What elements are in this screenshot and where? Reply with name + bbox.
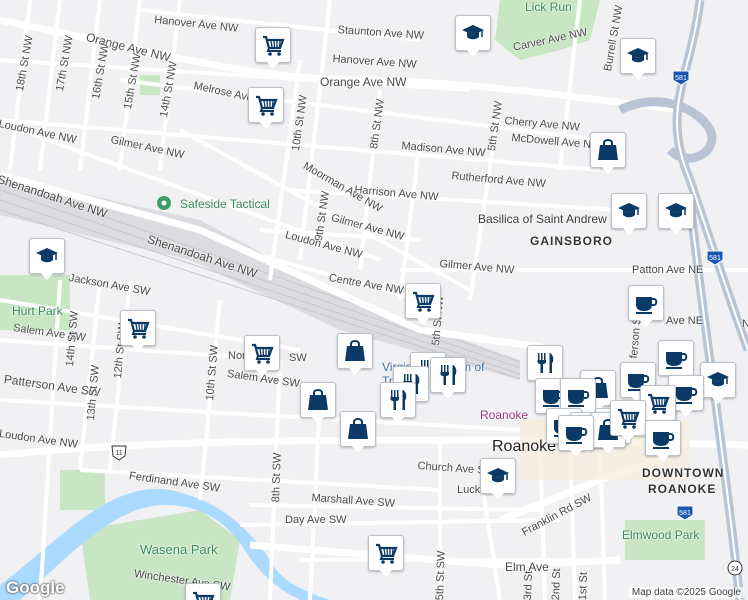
- poi-label-roanoke[interactable]: Roanoke: [480, 408, 528, 422]
- place-marker-cup[interactable]: [558, 415, 594, 459]
- street-label: 2nd St: [550, 568, 564, 600]
- place-marker-bag[interactable]: [300, 382, 336, 426]
- district-label-gainsboro: GAINSBORO: [530, 234, 614, 248]
- street-label: SW: [289, 352, 307, 364]
- shield-number: 581: [679, 510, 691, 517]
- street-label: N: [742, 318, 748, 330]
- poi-safeside-tactical[interactable]: Safeside Tactical: [156, 195, 270, 216]
- place-marker-cart[interactable]: [185, 583, 221, 600]
- highway-shield: 581: [706, 250, 724, 266]
- cart-icon: [376, 543, 398, 564]
- place-marker-cart[interactable]: [405, 283, 441, 327]
- district-label-roanoke: ROANOKE: [648, 482, 717, 496]
- poi-label: Safeside Tactical: [180, 197, 270, 211]
- highway-shield: 24: [726, 560, 744, 576]
- food-icon: [440, 365, 457, 385]
- street-label: Day Ave SW: [285, 514, 347, 526]
- place-marker-food[interactable]: [380, 382, 416, 426]
- street-label: Luck: [457, 484, 481, 496]
- park-label-elmwood: Elmwood Park: [622, 528, 700, 542]
- bag-icon: [345, 340, 365, 361]
- district-label-downtown: DOWNTOWN: [642, 466, 725, 480]
- highway-shield: 11: [110, 445, 128, 461]
- street-label: 3rd St: [522, 570, 536, 600]
- street-label: 8th St SW: [270, 452, 284, 503]
- place-marker-cap[interactable]: [480, 458, 516, 502]
- place-marker-cap[interactable]: [620, 38, 656, 82]
- place-marker-cart[interactable]: [368, 535, 404, 579]
- cap-icon: [618, 203, 640, 218]
- google-logo: Google: [6, 578, 65, 597]
- poi-label-basilica[interactable]: Basilica of Saint Andrew: [478, 212, 607, 226]
- cup-icon: [636, 297, 658, 314]
- cup-icon: [568, 390, 590, 407]
- cart-icon: [618, 408, 640, 429]
- cart-icon: [193, 591, 215, 600]
- map-canvas[interactable]: Hanover Ave NW Staunton Ave NW Hanover A…: [0, 0, 748, 600]
- place-marker-cart[interactable]: [244, 335, 280, 379]
- food-icon: [390, 390, 407, 410]
- cart-icon: [648, 393, 670, 414]
- cup-icon: [566, 427, 588, 444]
- bag-icon: [598, 139, 618, 160]
- shield-number: 11: [115, 450, 122, 457]
- cap-icon: [665, 203, 687, 218]
- cart-icon: [413, 291, 435, 312]
- place-marker-bag[interactable]: [340, 411, 376, 455]
- bag-icon: [348, 418, 368, 439]
- cap-icon: [627, 48, 649, 63]
- poi-pin-icon: [157, 196, 171, 210]
- cart-icon: [128, 318, 150, 339]
- place-marker-cup[interactable]: [628, 285, 664, 329]
- shield-number: 581: [709, 255, 721, 262]
- food-icon: [537, 353, 554, 373]
- park-label-hurt-park: Hurt Park: [12, 304, 63, 318]
- cap-icon: [36, 248, 58, 263]
- place-marker-cap[interactable]: [611, 193, 647, 237]
- cup-icon: [666, 352, 688, 369]
- place-marker-cup[interactable]: [645, 420, 681, 464]
- shield-number: 581: [675, 75, 687, 82]
- place-marker-cart[interactable]: [610, 400, 646, 444]
- bag-icon: [308, 389, 328, 410]
- place-marker-cap[interactable]: [29, 238, 65, 282]
- street-label: Orange Ave NW: [320, 75, 407, 89]
- shield-number: 24: [731, 566, 739, 573]
- park-label-wasena: Wasena Park: [140, 542, 218, 557]
- place-marker-bag[interactable]: [337, 333, 373, 377]
- cup-icon: [676, 387, 698, 404]
- place-marker-cap[interactable]: [700, 362, 736, 406]
- street-label: 5th St SW: [434, 550, 448, 600]
- street-label: Ave NE: [666, 315, 704, 327]
- place-marker-food[interactable]: [430, 357, 466, 401]
- street-label: Patton Ave NE: [632, 264, 704, 276]
- cart-icon: [252, 343, 274, 364]
- cart-icon: [256, 95, 278, 116]
- cup-icon: [653, 432, 675, 449]
- cap-icon: [487, 468, 509, 483]
- cap-icon: [462, 25, 484, 40]
- map-attribution[interactable]: Map data ©2025 Google: [628, 587, 744, 598]
- place-marker-cap[interactable]: [658, 193, 694, 237]
- cart-icon: [263, 35, 285, 56]
- park-label-lick-run: Lick Run: [525, 0, 572, 14]
- cap-icon: [707, 372, 729, 387]
- place-marker-cart[interactable]: [255, 27, 291, 71]
- park-small-2: [60, 470, 105, 510]
- highway-shield: 581: [672, 70, 690, 86]
- place-marker-cart[interactable]: [248, 87, 284, 131]
- place-marker-bag[interactable]: [590, 132, 626, 176]
- street-label: 1st St: [577, 571, 590, 600]
- place-marker-cart[interactable]: [120, 310, 156, 354]
- highway-shield: 581: [676, 505, 694, 521]
- place-marker-cap[interactable]: [455, 15, 491, 59]
